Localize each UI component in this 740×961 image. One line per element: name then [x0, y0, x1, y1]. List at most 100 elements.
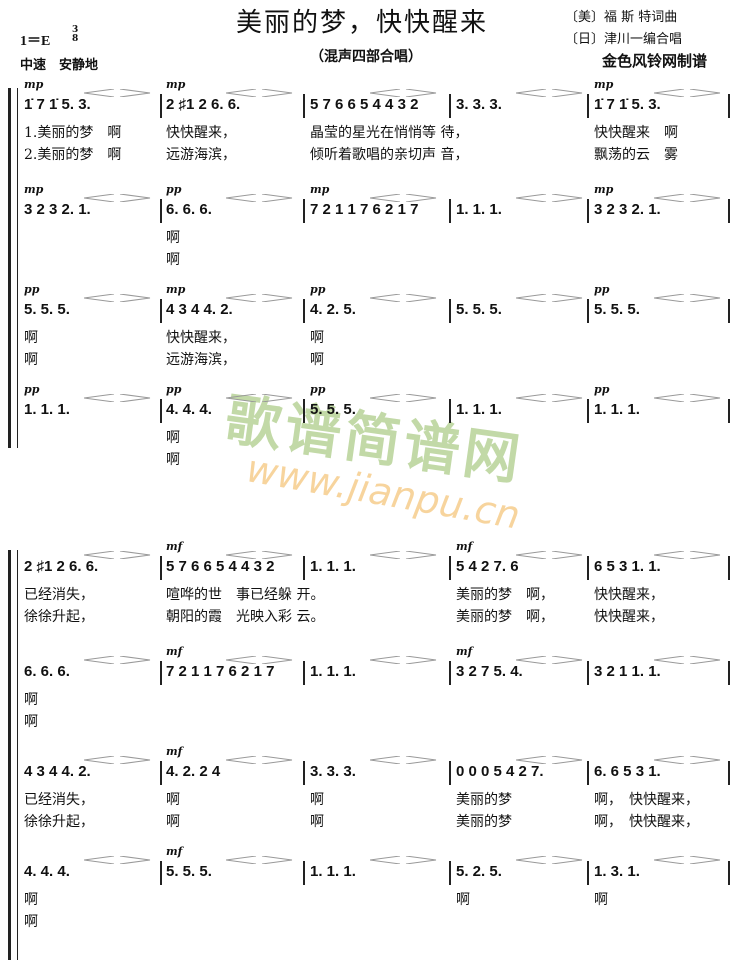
barline [160, 661, 162, 685]
hairpin-icon [225, 187, 296, 203]
barline [160, 761, 162, 785]
lyric-line: 啊 [24, 692, 38, 708]
barline [449, 299, 451, 323]
lyric-line: 啊 [166, 230, 180, 246]
lyric-line: 啊 [310, 330, 324, 346]
lyric-line: 啊 [166, 814, 180, 830]
lyric-line: 美丽的梦 啊， [456, 587, 554, 603]
measure-notes: 1. 1. 1. [310, 663, 356, 680]
lyric-line: 啊 [24, 892, 38, 908]
lyric-line: 啊 [166, 252, 180, 268]
barline [449, 399, 451, 423]
lyric-line: 啊 [166, 452, 180, 468]
measure-notes: 1. 1. 1. [24, 401, 70, 418]
measure-notes: 6 5 3 1. 1. [594, 558, 661, 575]
time-signature: 3 8 [72, 26, 78, 44]
barline [449, 556, 451, 580]
lyric-line: 远游海滨， [166, 352, 236, 368]
hairpin-icon [653, 187, 724, 203]
barline [587, 861, 589, 885]
measure-notes: 5 7 6 6 5 4 4 3 2 [166, 558, 275, 575]
measure-notes: 1̇ 7 1̇ 5. 3. [594, 96, 661, 113]
dynamic-marking: mp [310, 183, 330, 196]
dynamic-marking: mf [456, 645, 473, 658]
measure-notes: 6. 6. 6. [24, 663, 70, 680]
measure-notes: 5 7 6 6 5 4 4 3 2 [310, 96, 419, 113]
system-bracket [8, 88, 18, 448]
dynamic-marking: pp [24, 283, 40, 296]
lyric-line: 美丽的梦 啊， [456, 609, 554, 625]
dynamic-marking: mp [594, 183, 614, 196]
dynamic-marking: mp [24, 183, 44, 196]
barline [303, 661, 305, 685]
barline [728, 761, 730, 785]
hairpin-icon [515, 387, 586, 403]
lyric-line: 啊 [310, 814, 324, 830]
hairpin-icon [83, 82, 154, 98]
lyric-line: 远游海滨， [166, 147, 236, 163]
measure-notes: 4 3 4 4. 2. [166, 301, 233, 318]
hairpin-icon [653, 749, 724, 765]
lyric-line: 晶莹的星光在悄悄等 待， [310, 125, 469, 141]
hairpin-icon [515, 749, 586, 765]
dynamic-marking: mp [24, 78, 44, 91]
measure-notes: 3 2 3 2. 1. [594, 201, 661, 218]
song-subtitle: （混声四部合唱） [310, 49, 422, 65]
barline [587, 661, 589, 685]
lyric-line: 啊 [594, 892, 608, 908]
time-signature-bottom: 8 [72, 34, 79, 44]
barline [587, 556, 589, 580]
lyric-line: 啊 [310, 352, 324, 368]
hairpin-icon [369, 749, 440, 765]
measure-notes: 1. 1. 1. [594, 401, 640, 418]
lyric-line: 徐徐升起， [24, 814, 94, 830]
measure-notes: 3 2 7 5. 4. [456, 663, 523, 680]
lyric-line: 已经消失， [24, 792, 94, 808]
lyric-line: 已经消失， [24, 587, 94, 603]
dynamic-marking: pp [24, 383, 40, 396]
measure-notes: 1. 1. 1. [456, 401, 502, 418]
measure-notes: 5. 5. 5. [24, 301, 70, 318]
tempo-marking: 中速 安静地 [20, 58, 99, 73]
lyric-line: 啊 [24, 914, 38, 930]
lyric-line: 美丽的梦 [456, 792, 512, 808]
measure-notes: 1. 3. 1. [594, 863, 640, 880]
measure-notes: 1̇ 7 1̇ 5. 3. [24, 96, 91, 113]
barline [160, 299, 162, 323]
hairpin-icon [369, 82, 440, 98]
system-bracket [8, 550, 18, 960]
barline [449, 761, 451, 785]
hairpin-icon [515, 82, 586, 98]
measure-notes: 3. 3. 3. [310, 763, 356, 780]
hairpin-icon [225, 749, 296, 765]
hairpin-icon [369, 187, 440, 203]
lyric-line: 快快醒来， [166, 125, 236, 141]
barline [728, 299, 730, 323]
dynamic-marking: mf [166, 645, 183, 658]
barline [728, 861, 730, 885]
hairpin-icon [515, 287, 586, 303]
barline [303, 299, 305, 323]
hairpin-icon [653, 849, 724, 865]
dynamic-marking: mf [166, 540, 183, 553]
barline [728, 94, 730, 118]
lyric-line: 快快醒来 啊 [594, 125, 678, 141]
lyric-line: 啊 [166, 430, 180, 446]
dynamic-marking: mf [166, 845, 183, 858]
dynamic-marking: pp [166, 183, 182, 196]
dynamic-marking: mf [456, 540, 473, 553]
hairpin-icon [83, 387, 154, 403]
measure-notes: 3 2 1 1. 1. [594, 663, 661, 680]
barline [449, 861, 451, 885]
lyric-line: 快快醒来， [594, 587, 664, 603]
measure-notes: 7 2 1 1 7 6 2 1 7 [310, 201, 419, 218]
hairpin-icon [653, 649, 724, 665]
barline [160, 399, 162, 423]
lyric-line: 啊， 快快醒来， [594, 814, 699, 830]
hairpin-icon [369, 649, 440, 665]
lyric-line: 朝阳的霞 光映入彩 云。 [166, 609, 325, 625]
dynamic-marking: pp [594, 283, 610, 296]
measure-notes: 4. 2. 5. [310, 301, 356, 318]
song-title: 美丽的梦，快快醒来 [236, 8, 489, 38]
barline [449, 94, 451, 118]
